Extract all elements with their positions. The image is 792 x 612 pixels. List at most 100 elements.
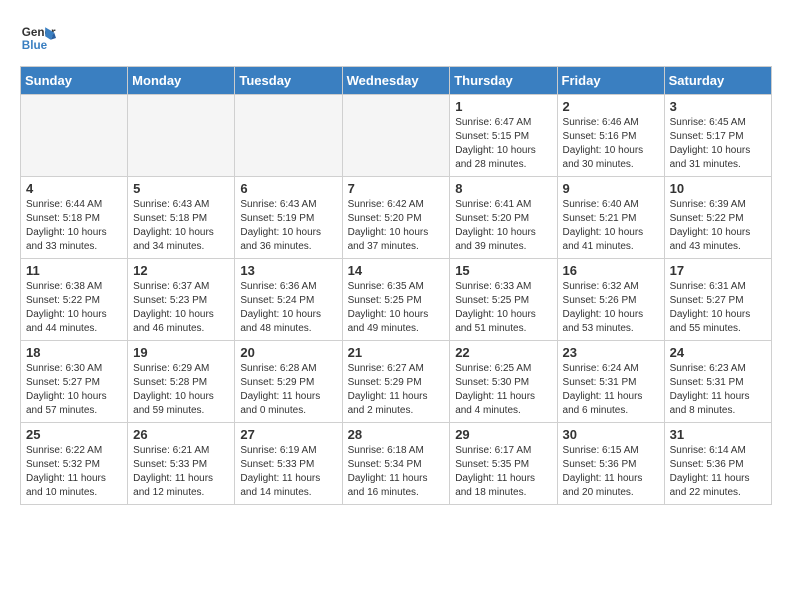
calendar-day-cell: 27 Sunrise: 6:19 AM Sunset: 5:33 PM Dayli… [235, 423, 342, 505]
calendar-day-cell: 14Sunrise: 6:35 AM Sunset: 5:25 PM Dayli… [342, 259, 450, 341]
day-number: 15 [455, 263, 551, 278]
calendar-day-cell: 28 Sunrise: 6:18 AM Sunset: 5:34 PM Dayli… [342, 423, 450, 505]
day-info: Sunrise: 6:25 AM Sunset: 5:30 PM Dayligh… [455, 362, 551, 418]
day-number: 26 [133, 427, 229, 442]
calendar-day-cell: 29 Sunrise: 6:17 AM Sunset: 5:35 PM Dayli… [450, 423, 557, 505]
day-info: Sunrise: 6:27 AM Sunset: 5:29 PM Dayligh… [348, 362, 445, 418]
calendar-day-cell: 3 Sunrise: 6:45 AM Sunset: 5:17 PM Daylig… [664, 95, 771, 177]
day-number: 29 [455, 427, 551, 442]
calendar-day-header: Monday [128, 67, 235, 95]
day-number: 13 [240, 263, 336, 278]
day-number: 17 [670, 263, 766, 278]
day-number: 10 [670, 181, 766, 196]
calendar-day-cell: 7Sunrise: 6:42 AM Sunset: 5:20 PM Daylig… [342, 177, 450, 259]
calendar-day-cell: 22 Sunrise: 6:25 AM Sunset: 5:30 PM Dayli… [450, 341, 557, 423]
day-number: 6 [240, 181, 336, 196]
day-info: Sunrise: 6:44 AM Sunset: 5:18 PM Dayligh… [26, 198, 122, 254]
page-header: General Blue [20, 20, 772, 56]
day-info: Sunrise: 6:22 AM Sunset: 5:32 PM Dayligh… [26, 444, 122, 500]
day-number: 4 [26, 181, 122, 196]
calendar-day-cell: 12Sunrise: 6:37 AM Sunset: 5:23 PM Dayli… [128, 259, 235, 341]
calendar-day-cell: 4 Sunrise: 6:44 AM Sunset: 5:18 PM Daylig… [21, 177, 128, 259]
day-info: Sunrise: 6:40 AM Sunset: 5:21 PM Dayligh… [563, 198, 659, 254]
calendar-day-cell: 18 Sunrise: 6:30 AM Sunset: 5:27 PM Dayli… [21, 341, 128, 423]
day-number: 31 [670, 427, 766, 442]
day-number: 9 [563, 181, 659, 196]
calendar-day-cell: 21 Sunrise: 6:27 AM Sunset: 5:29 PM Dayli… [342, 341, 450, 423]
day-info: Sunrise: 6:32 AM Sunset: 5:26 PM Dayligh… [563, 280, 659, 336]
day-info: Sunrise: 6:31 AM Sunset: 5:27 PM Dayligh… [670, 280, 766, 336]
day-info: Sunrise: 6:19 AM Sunset: 5:33 PM Dayligh… [240, 444, 336, 500]
day-info: Sunrise: 6:41 AM Sunset: 5:20 PM Dayligh… [455, 198, 551, 254]
day-info: Sunrise: 6:33 AM Sunset: 5:25 PM Dayligh… [455, 280, 551, 336]
day-info: Sunrise: 6:18 AM Sunset: 5:34 PM Dayligh… [348, 444, 445, 500]
day-info: Sunrise: 6:43 AM Sunset: 5:18 PM Dayligh… [133, 198, 229, 254]
calendar-day-cell: 9 Sunrise: 6:40 AM Sunset: 5:21 PM Daylig… [557, 177, 664, 259]
calendar-day-cell: 20Sunrise: 6:28 AM Sunset: 5:29 PM Dayli… [235, 341, 342, 423]
day-number: 3 [670, 99, 766, 114]
svg-text:Blue: Blue [22, 39, 48, 52]
calendar-day-cell: 19 Sunrise: 6:29 AM Sunset: 5:28 PM Dayli… [128, 341, 235, 423]
calendar-day-cell: 13 Sunrise: 6:36 AM Sunset: 5:24 PM Dayli… [235, 259, 342, 341]
day-info: Sunrise: 6:43 AM Sunset: 5:19 PM Dayligh… [240, 198, 336, 254]
day-number: 7 [348, 181, 445, 196]
calendar-header-row: SundayMondayTuesdayWednesdayThursdayFrid… [21, 67, 772, 95]
calendar-day-cell: 11 Sunrise: 6:38 AM Sunset: 5:22 PM Dayli… [21, 259, 128, 341]
day-info: Sunrise: 6:23 AM Sunset: 5:31 PM Dayligh… [670, 362, 766, 418]
calendar-day-cell: 5Sunrise: 6:43 AM Sunset: 5:18 PM Daylig… [128, 177, 235, 259]
calendar-day-cell: 25 Sunrise: 6:22 AM Sunset: 5:32 PM Dayli… [21, 423, 128, 505]
calendar-day-header: Sunday [21, 67, 128, 95]
day-info: Sunrise: 6:30 AM Sunset: 5:27 PM Dayligh… [26, 362, 122, 418]
calendar-day-cell: 1Sunrise: 6:47 AM Sunset: 5:15 PM Daylig… [450, 95, 557, 177]
calendar-day-header: Thursday [450, 67, 557, 95]
day-number: 18 [26, 345, 122, 360]
day-number: 27 [240, 427, 336, 442]
day-number: 21 [348, 345, 445, 360]
day-info: Sunrise: 6:14 AM Sunset: 5:36 PM Dayligh… [670, 444, 766, 500]
day-number: 11 [26, 263, 122, 278]
calendar-day-header: Wednesday [342, 67, 450, 95]
day-info: Sunrise: 6:38 AM Sunset: 5:22 PM Dayligh… [26, 280, 122, 336]
day-info: Sunrise: 6:17 AM Sunset: 5:35 PM Dayligh… [455, 444, 551, 500]
calendar-day-header: Tuesday [235, 67, 342, 95]
day-number: 8 [455, 181, 551, 196]
calendar-day-cell: 6 Sunrise: 6:43 AM Sunset: 5:19 PM Daylig… [235, 177, 342, 259]
calendar-day-cell: 16 Sunrise: 6:32 AM Sunset: 5:26 PM Dayli… [557, 259, 664, 341]
calendar-week-row: 18 Sunrise: 6:30 AM Sunset: 5:27 PM Dayli… [21, 341, 772, 423]
calendar-week-row: 1Sunrise: 6:47 AM Sunset: 5:15 PM Daylig… [21, 95, 772, 177]
calendar-day-cell: 17 Sunrise: 6:31 AM Sunset: 5:27 PM Dayli… [664, 259, 771, 341]
day-number: 16 [563, 263, 659, 278]
day-info: Sunrise: 6:15 AM Sunset: 5:36 PM Dayligh… [563, 444, 659, 500]
calendar-day-cell [128, 95, 235, 177]
calendar-week-row: 11 Sunrise: 6:38 AM Sunset: 5:22 PM Dayli… [21, 259, 772, 341]
calendar-day-cell: 2 Sunrise: 6:46 AM Sunset: 5:16 PM Daylig… [557, 95, 664, 177]
calendar-day-cell: 24 Sunrise: 6:23 AM Sunset: 5:31 PM Dayli… [664, 341, 771, 423]
day-number: 23 [563, 345, 659, 360]
calendar-day-cell: 31 Sunrise: 6:14 AM Sunset: 5:36 PM Dayli… [664, 423, 771, 505]
calendar-day-header: Saturday [664, 67, 771, 95]
logo-icon: General Blue [20, 20, 56, 56]
logo: General Blue [20, 20, 56, 56]
day-info: Sunrise: 6:24 AM Sunset: 5:31 PM Dayligh… [563, 362, 659, 418]
calendar-day-cell: 8 Sunrise: 6:41 AM Sunset: 5:20 PM Daylig… [450, 177, 557, 259]
day-number: 25 [26, 427, 122, 442]
day-number: 20 [240, 345, 336, 360]
calendar-day-cell: 15 Sunrise: 6:33 AM Sunset: 5:25 PM Dayli… [450, 259, 557, 341]
day-number: 2 [563, 99, 659, 114]
calendar-day-cell: 10 Sunrise: 6:39 AM Sunset: 5:22 PM Dayli… [664, 177, 771, 259]
day-info: Sunrise: 6:39 AM Sunset: 5:22 PM Dayligh… [670, 198, 766, 254]
calendar-day-cell: 23 Sunrise: 6:24 AM Sunset: 5:31 PM Dayli… [557, 341, 664, 423]
day-number: 19 [133, 345, 229, 360]
day-number: 24 [670, 345, 766, 360]
day-info: Sunrise: 6:29 AM Sunset: 5:28 PM Dayligh… [133, 362, 229, 418]
day-number: 30 [563, 427, 659, 442]
calendar-day-cell: 26Sunrise: 6:21 AM Sunset: 5:33 PM Dayli… [128, 423, 235, 505]
calendar-day-cell [235, 95, 342, 177]
day-number: 22 [455, 345, 551, 360]
day-info: Sunrise: 6:45 AM Sunset: 5:17 PM Dayligh… [670, 116, 766, 172]
day-info: Sunrise: 6:46 AM Sunset: 5:16 PM Dayligh… [563, 116, 659, 172]
day-info: Sunrise: 6:47 AM Sunset: 5:15 PM Dayligh… [455, 116, 551, 172]
day-number: 28 [348, 427, 445, 442]
day-info: Sunrise: 6:36 AM Sunset: 5:24 PM Dayligh… [240, 280, 336, 336]
day-number: 12 [133, 263, 229, 278]
